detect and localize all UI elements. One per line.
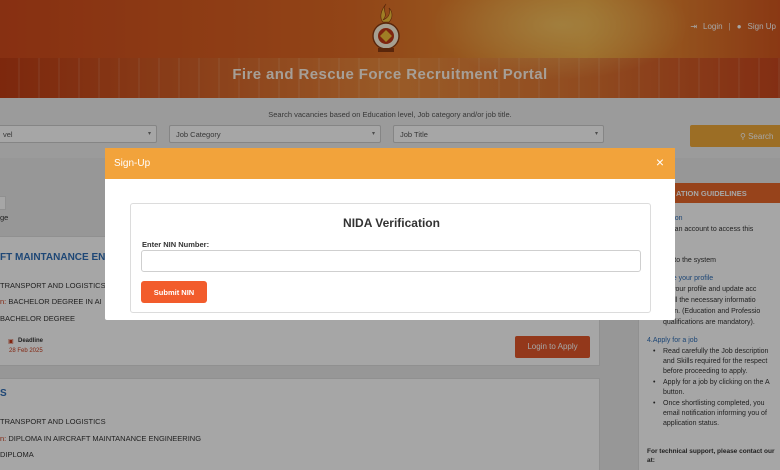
nin-input[interactable]: [141, 250, 641, 272]
submit-nin-button[interactable]: Submit NIN: [141, 281, 207, 303]
signup-modal: Sign-Up × NIDA Verification Enter NIN Nu…: [105, 148, 675, 320]
nin-label: Enter NIN Number:: [142, 240, 210, 249]
nida-verification-panel: NIDA Verification Enter NIN Number: Subm…: [130, 203, 651, 313]
panel-title: NIDA Verification: [343, 216, 440, 230]
close-icon[interactable]: ×: [653, 155, 667, 169]
modal-header: Sign-Up ×: [105, 148, 675, 179]
modal-title: Sign-Up: [114, 158, 151, 169]
